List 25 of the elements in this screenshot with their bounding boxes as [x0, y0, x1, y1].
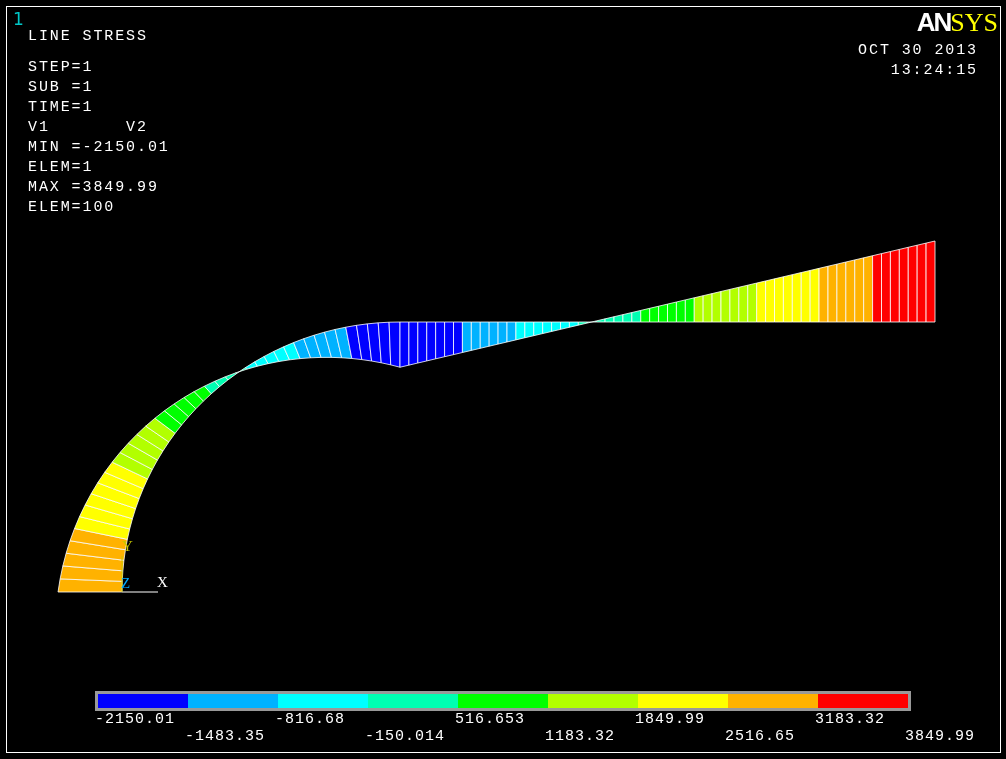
result-info-line: TIME=1 — [28, 98, 95, 118]
window-number: 1 — [13, 9, 24, 29]
result-info-line: V1 V2 — [28, 118, 149, 138]
ansys-logo: ANSYS — [916, 7, 998, 38]
plot-date: OCT 30 2013 — [858, 41, 978, 61]
legend-value: -816.68 — [275, 711, 345, 728]
result-info-line: SUB =1 — [28, 78, 95, 98]
legend-value: -1483.35 — [185, 728, 265, 745]
axis-label: X — [157, 574, 170, 590]
legend-value: -150.014 — [365, 728, 445, 745]
plot-title: LINE STRESS — [28, 28, 148, 45]
plot-time: 13:24:15 — [890, 61, 978, 81]
legend-value: -2150.01 — [95, 711, 175, 728]
legend-value: 2516.65 — [725, 728, 795, 745]
legend-value: 3183.32 — [815, 711, 885, 728]
legend-value: 1849.99 — [635, 711, 705, 728]
legend-value: 1183.32 — [545, 728, 615, 745]
result-info-line: MIN =-2150.01 — [28, 138, 170, 158]
result-info-line: ELEM=100 — [28, 198, 117, 218]
result-info-line: STEP=1 — [28, 58, 95, 78]
legend-value: 516.653 — [455, 711, 525, 728]
result-info-line: MAX =3849.99 — [28, 178, 160, 198]
result-info-line: ELEM=1 — [28, 158, 95, 178]
legend-value: 3849.99 — [905, 728, 975, 745]
axis-triad-drawing — [121, 555, 159, 593]
